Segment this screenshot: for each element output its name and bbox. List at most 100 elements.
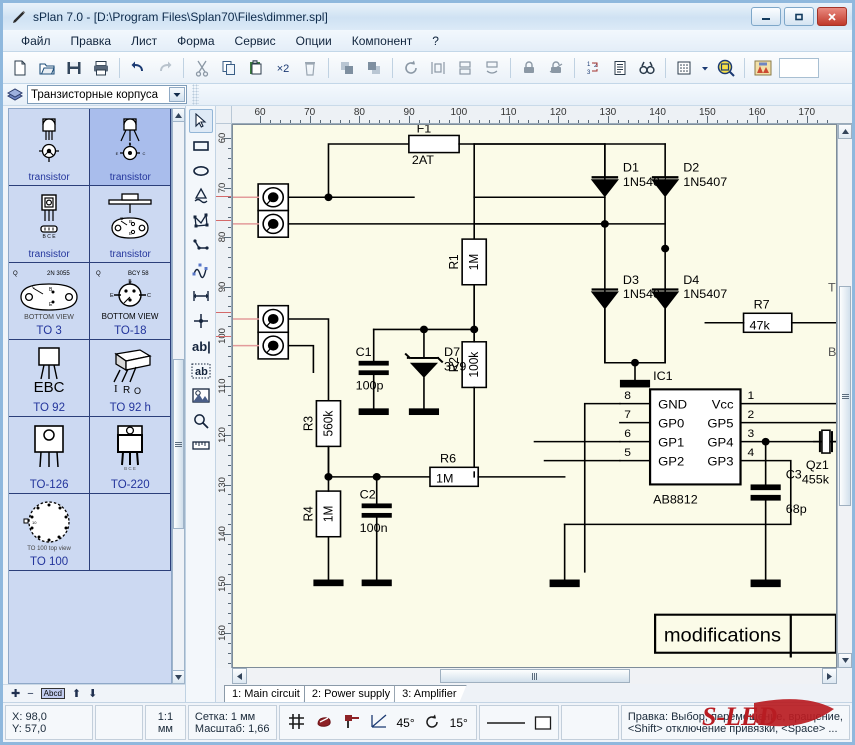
special-shape-tool-button[interactable] [189,184,213,208]
color-preview-box[interactable] [779,58,819,78]
minimize-button[interactable] [751,7,781,26]
select-tool-button[interactable] [189,109,213,133]
rotate-button[interactable] [398,55,424,81]
library-item-empty[interactable] [90,494,171,571]
lock-button[interactable] [516,55,542,81]
library-item[interactable]: 10 TO 100 top view TO 100 [9,494,90,571]
schematic-sheet[interactable]: F1 2AT D1 1N5407 D2 1N5407 D3 1N5407 D4 … [232,124,837,668]
menu-component[interactable]: Компонент [342,32,423,50]
rotate-step-icon[interactable] [425,714,440,731]
copy-button[interactable] [216,55,242,81]
library-item[interactable]: EBC TO 92 [9,340,90,417]
auto-number-button[interactable]: 123 [580,55,606,81]
dimension-tool-button[interactable] [189,284,213,308]
close-button[interactable] [817,7,847,26]
bezier-tool-button[interactable] [189,259,213,283]
library-item[interactable]: C B E transistor [90,186,171,263]
polygon-tool-button[interactable] [189,209,213,233]
save-file-button[interactable] [61,55,87,81]
parts-list-button[interactable] [607,55,633,81]
paste-button[interactable] [243,55,269,81]
library-item[interactable]: TO-126 [9,417,90,494]
line-style-icon[interactable] [486,718,526,728]
maximize-button[interactable] [784,7,814,26]
line-tool-button[interactable] [189,234,213,258]
unlock-button[interactable] [543,55,569,81]
grid-toggle-icon[interactable] [288,713,305,733]
menu-file[interactable]: Файл [11,32,61,50]
menu-edit[interactable]: Правка [61,32,122,50]
move-up-button[interactable]: ⬆ [72,687,81,700]
image-tool-button[interactable] [189,384,213,408]
add-item-button[interactable]: ✚ [11,687,20,700]
canvas-vertical-scrollbar[interactable] [837,124,852,668]
scroll-down-button[interactable] [173,670,184,683]
library-item[interactable]: I R O TO 92 h [90,340,171,417]
open-file-button[interactable] [34,55,60,81]
angle-snap-icon[interactable] [371,714,387,731]
scrollbar-track-right[interactable] [630,668,823,684]
print-button[interactable] [88,55,114,81]
flip-button[interactable] [479,55,505,81]
redo-button[interactable] [152,55,178,81]
library-item[interactable]: B C E transistor [9,186,90,263]
library-item[interactable]: Q 2N 3055 c B E BO [9,263,90,340]
grid-scale-field[interactable]: Сетка: 1 мм Масштаб: 1,66 [188,705,277,740]
tab-main-circuit[interactable]: 1: Main circuit [224,685,310,702]
mirror-vertical-button[interactable] [452,55,478,81]
zoom-button[interactable] [713,55,739,81]
zoom-tool-button[interactable] [189,409,213,433]
scrollbar-thumb[interactable] [440,669,630,683]
menu-sheet[interactable]: Лист [121,32,167,50]
canvas-horizontal-scrollbar[interactable] [232,668,837,684]
vertical-ruler[interactable]: 60708090100110120130140150160170мм [216,124,232,668]
zoom-field[interactable]: 1:1 мм [145,705,186,740]
snap-toggle-icon[interactable] [315,713,333,732]
grid-dropdown-button[interactable] [698,55,712,81]
horizontal-ruler[interactable]: 60708090100110120130140150160170мм [232,106,837,124]
library-item[interactable]: Q BCY 58 B E C [90,263,171,340]
schematic-drawing[interactable]: F1 2AT D1 1N5407 D2 1N5407 D3 1N5407 D4 … [233,125,836,667]
scroll-down-button[interactable] [838,653,852,668]
bring-to-front-button[interactable] [334,55,360,81]
cut-button[interactable] [189,55,215,81]
text-tool-button[interactable]: ab| [189,334,213,358]
scrollbar-thumb[interactable] [839,286,851,506]
tab-amplifier[interactable]: 3: Amplifier [394,685,466,702]
duplicate-button[interactable]: ×2 [270,55,296,81]
color-picker-button[interactable] [750,55,776,81]
send-to-back-button[interactable] [361,55,387,81]
rectangle-tool-button[interactable] [189,134,213,158]
connection-point-tool-button[interactable] [189,309,213,333]
move-down-button[interactable]: ⬇ [88,687,97,700]
menu-options[interactable]: Опции [286,32,342,50]
measure-tool-button[interactable] [189,434,213,458]
scrollbar-thumb[interactable] [173,359,184,529]
find-button[interactable] [634,55,660,81]
new-file-button[interactable] [7,55,33,81]
tab-power-supply[interactable]: 2: Power supply [304,685,400,702]
scroll-up-button[interactable] [838,124,852,139]
grid-button[interactable] [671,55,697,81]
scroll-up-button[interactable] [173,109,184,122]
remove-item-button[interactable]: − [27,688,33,700]
fill-style-icon[interactable] [534,715,552,731]
undo-button[interactable] [125,55,151,81]
library-item-selected[interactable]: B E C transistor [90,109,171,186]
scroll-left-button[interactable] [232,668,247,684]
library-selector[interactable]: Транзисторные корпуса [27,85,187,104]
menu-service[interactable]: Сервис [225,32,286,50]
chevron-down-icon[interactable] [169,87,185,102]
library-scrollbar[interactable] [172,108,185,684]
text-box-tool-button[interactable]: ab [189,359,213,383]
library-item[interactable]: transistor [9,109,90,186]
ellipse-tool-button[interactable] [189,159,213,183]
delete-button[interactable] [297,55,323,81]
rename-item-button[interactable]: Abcd [41,688,65,699]
scroll-right-button[interactable] [822,668,837,684]
menu-form[interactable]: Форма [167,32,224,50]
menu-help[interactable]: ? [422,32,449,50]
mirror-horizontal-button[interactable] [425,55,451,81]
library-item[interactable]: B C E TO-220 [90,417,171,494]
scrollbar-track-left[interactable] [247,668,440,684]
